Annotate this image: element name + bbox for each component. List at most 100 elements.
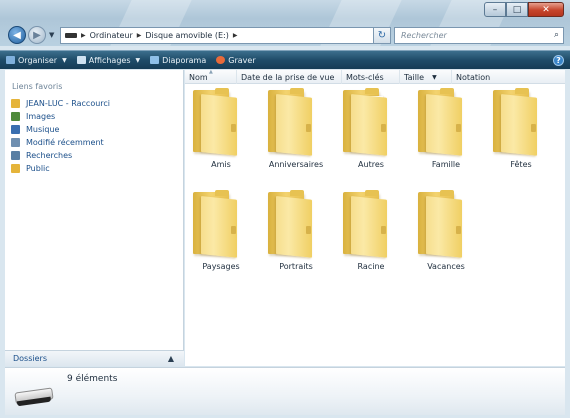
folder-item[interactable]: Racine [335, 190, 407, 276]
column-headers: Nom ▲ Date de la prise de vue Mots-clés … [185, 69, 565, 84]
drive-icon [65, 33, 77, 38]
command-toolbar: Organiser ▼ Affichages ▼ Diaporama Grave… [0, 50, 570, 69]
breadcrumb-separator-icon: ▶ [81, 32, 86, 39]
details-pane: 9 éléments [5, 367, 565, 415]
chevron-up-icon: ▲ [167, 354, 174, 363]
arrow-left-icon: ◀ [13, 29, 21, 41]
folder-icon [418, 88, 464, 156]
chevron-down-icon: ▼ [135, 56, 141, 64]
organize-button[interactable]: Organiser ▼ [6, 56, 67, 65]
sort-arrow-icon: ▲ [209, 69, 213, 75]
breadcrumb-disque[interactable]: Disque amovible (E:) [145, 31, 228, 40]
sidebar-item-label: Recherches [26, 151, 73, 160]
column-header-label: Nom [189, 72, 208, 82]
sidebar-item-label: Modifié récemment [26, 138, 104, 147]
address-bar[interactable]: ▶ Ordinateur ▶ Disque amovible (E:) ▶ ▼ [60, 27, 384, 44]
breadcrumb-ordinateur[interactable]: Ordinateur [90, 31, 133, 40]
slideshow-button[interactable]: Diaporama [150, 56, 206, 65]
back-button[interactable]: ◀ [8, 26, 26, 44]
column-header-date[interactable]: Date de la prise de vue [237, 70, 342, 84]
removable-drive-icon [14, 382, 55, 408]
chevron-down-icon: ▼ [432, 73, 437, 81]
arrow-right-icon: ▶ [33, 29, 41, 41]
slideshow-label: Diaporama [162, 55, 207, 65]
folders-toggle[interactable]: Dossiers ▲ [5, 350, 184, 366]
folder-icon [343, 190, 389, 258]
breadcrumb-separator-icon: ▶ [232, 32, 238, 39]
column-header-label: Mots-clés [346, 72, 384, 82]
folder-label: Paysages [202, 262, 240, 271]
public-folder-icon [11, 164, 20, 173]
refresh-button[interactable]: ↻ [373, 27, 391, 44]
sidebar-item-musique[interactable]: Musique [11, 123, 110, 136]
views-button[interactable]: Affichages ▼ [76, 55, 141, 65]
sidebar-item-images[interactable]: Images [11, 110, 110, 123]
folder-item[interactable]: Vacances [410, 190, 482, 276]
close-button[interactable]: ✕ [528, 2, 564, 17]
column-header-name[interactable]: Nom ▲ [185, 69, 237, 84]
recent-icon [11, 138, 20, 147]
sidebar-item-public[interactable]: Public [11, 162, 110, 175]
folder-item[interactable]: Amis [185, 88, 257, 174]
search-input[interactable]: Rechercher ⌕ [394, 27, 564, 44]
folder-shortcut-icon [11, 99, 20, 108]
favorites-header: Liens favoris [12, 82, 63, 91]
file-list-pane: Nom ▲ Date de la prise de vue Mots-clés … [185, 69, 565, 366]
column-header-label: Notation [456, 72, 491, 82]
recent-pages-dropdown[interactable]: ▼ [49, 31, 54, 39]
sidebar-item-recherches[interactable]: Recherches [11, 149, 110, 162]
folder-label: Anniversaires [268, 160, 324, 169]
forward-button[interactable]: ▶ [28, 26, 46, 44]
help-icon[interactable]: ? [553, 55, 564, 66]
views-icon [76, 56, 86, 64]
folder-icon [268, 190, 314, 258]
folder-label: Portraits [279, 262, 313, 271]
favorites-list: JEAN-LUC - Raccourci Images Musique Modi… [11, 97, 110, 175]
folder-icon [193, 190, 239, 258]
chevron-down-icon: ▼ [49, 31, 55, 39]
folder-label: Fêtes [510, 160, 532, 169]
sidebar-item-label: Images [26, 112, 56, 121]
views-label: Affichages [88, 55, 131, 65]
folder-item[interactable]: Portraits [260, 190, 332, 276]
folder-item[interactable]: Fêtes [485, 88, 557, 174]
column-header-rating[interactable]: Notation [452, 70, 565, 84]
search-placeholder: Rechercher [401, 31, 447, 40]
folders-label: Dossiers [13, 354, 47, 363]
folder-item[interactable]: Famille [410, 88, 482, 174]
search-icon[interactable]: ⌕ [554, 30, 559, 40]
folder-item[interactable]: Anniversaires [260, 88, 332, 174]
maximize-button[interactable]: □ [506, 2, 528, 17]
folder-item[interactable]: Paysages [185, 190, 257, 276]
folder-label: Famille [431, 160, 461, 169]
sidebar-item-label: JEAN-LUC - Raccourci [26, 99, 111, 108]
folder-item[interactable]: Autres [335, 88, 407, 174]
refresh-icon: ↻ [377, 30, 387, 41]
organize-icon [6, 56, 15, 64]
organize-label: Organiser [18, 55, 58, 65]
music-icon [11, 125, 20, 134]
sidebar-item-label: Musique [26, 125, 60, 134]
sidebar-item-jeanluc[interactable]: JEAN-LUC - Raccourci [11, 97, 110, 110]
pictures-icon [11, 112, 20, 121]
folder-label: Amis [211, 160, 231, 169]
sidebar-item-label: Public [26, 164, 50, 173]
folder-label: Autres [358, 160, 384, 169]
column-header-size[interactable]: Taille ▼ [400, 70, 452, 84]
window-controls: – □ ✕ [484, 2, 564, 17]
folder-icon [193, 88, 239, 156]
navigation-pane: Liens favoris JEAN-LUC - Raccourci Image… [5, 70, 184, 366]
slideshow-icon [150, 56, 160, 64]
folder-label: Racine [357, 262, 385, 271]
folder-label: Vacances [427, 262, 465, 271]
burn-icon [216, 56, 226, 64]
chevron-down-icon: ▼ [62, 56, 67, 64]
sidebar-item-recent[interactable]: Modifié récemment [11, 136, 110, 149]
burn-button[interactable]: Graver [216, 56, 256, 65]
column-header-keywords[interactable]: Mots-clés [342, 70, 400, 84]
column-header-label: Date de la prise de vue [241, 72, 335, 82]
item-count: 9 éléments [67, 374, 118, 384]
minimize-button[interactable]: – [484, 2, 506, 17]
folder-icon [418, 190, 464, 258]
photo-folder-icon [343, 88, 389, 156]
